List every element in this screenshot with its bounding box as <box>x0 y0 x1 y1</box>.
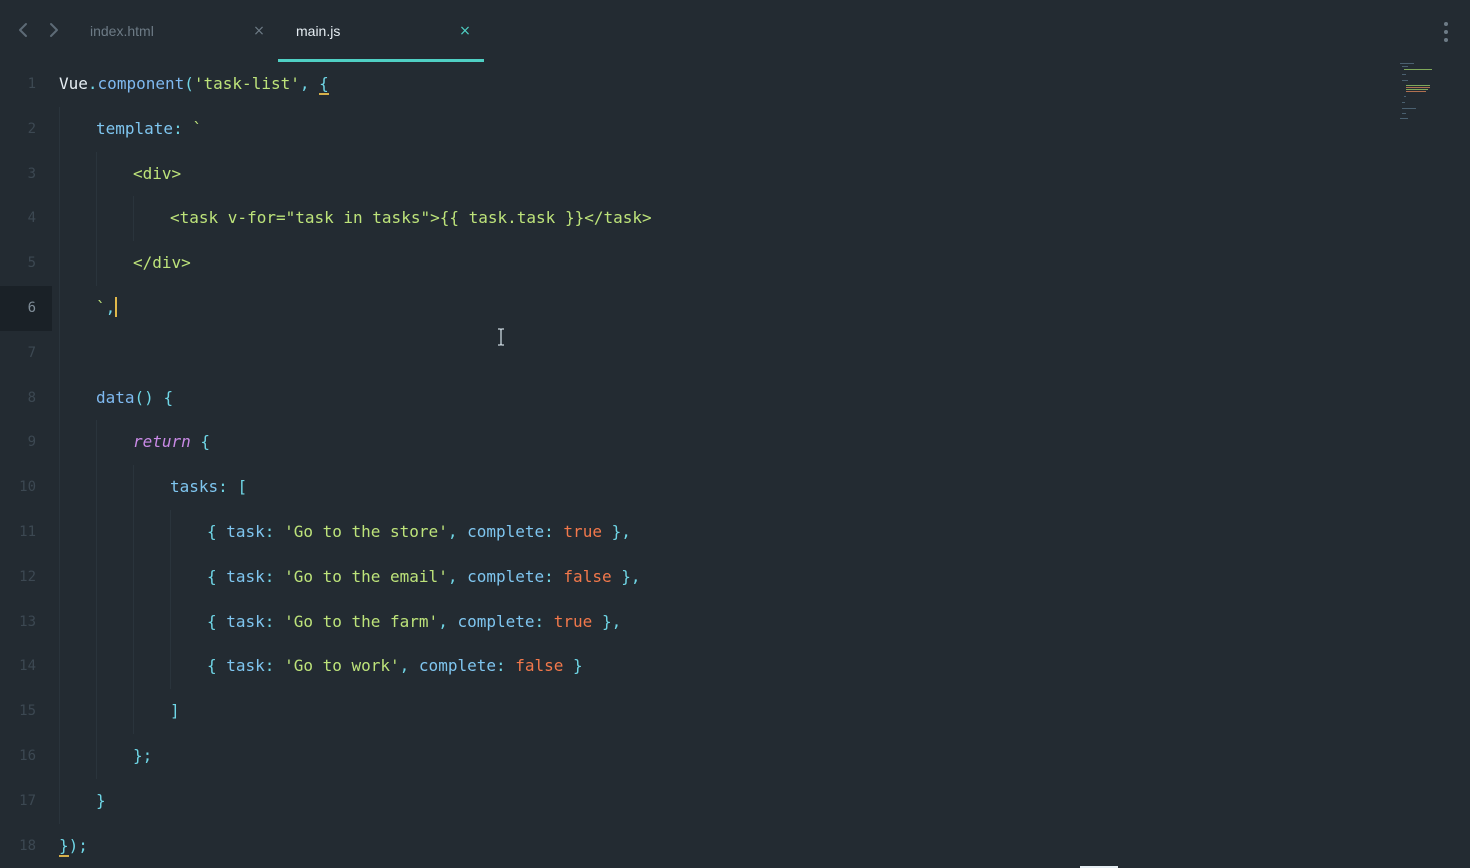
code-text[interactable]: ] <box>170 700 180 722</box>
code-line[interactable]: 18 }); <box>0 824 1390 868</box>
code-text[interactable]: <task v-for="task in tasks">{{ task.task… <box>170 207 652 229</box>
line-number: 5 <box>27 255 36 272</box>
code-line[interactable]: 17 } <box>0 778 1390 824</box>
code-line[interactable]: 13 { task: 'Go to the farm', complete: t… <box>0 599 1390 645</box>
chevron-left-icon[interactable] <box>13 20 33 42</box>
code-text[interactable]: Vue.component('task-list', { <box>59 73 329 95</box>
code-editor-window: index.html × main.js × 1 Vue.component('… <box>0 0 1470 868</box>
gutter: 11 <box>0 510 52 555</box>
tab-main-js[interactable]: main.js × <box>278 0 484 62</box>
line-number: 4 <box>27 210 36 227</box>
tab-bar: index.html × main.js × <box>0 0 1470 62</box>
tab-index-html[interactable]: index.html × <box>80 0 275 62</box>
code-line[interactable]: 4 <task v-for="task in tasks">{{ task.ta… <box>0 196 1390 242</box>
minimap[interactable] <box>1398 62 1438 124</box>
gutter: 9 <box>0 420 52 465</box>
code-text[interactable]: <div> <box>133 163 181 185</box>
code-text[interactable]: `, <box>96 297 118 319</box>
line-number: 15 <box>19 703 36 720</box>
code-line-current[interactable]: 6 `, <box>0 286 1390 331</box>
code-line[interactable]: 10 tasks: [ <box>0 465 1390 510</box>
chevron-right-icon[interactable] <box>44 20 64 42</box>
line-number: 9 <box>27 434 36 451</box>
kebab-menu-icon[interactable] <box>1438 20 1454 44</box>
code-text[interactable]: return { <box>133 431 210 453</box>
code-line[interactable]: 14 { task: 'Go to work', complete: false… <box>0 644 1390 690</box>
line-number: 17 <box>19 792 36 809</box>
gutter: 18 <box>0 824 52 868</box>
line-number: 14 <box>19 658 36 675</box>
code-line[interactable]: 2 template: ` <box>0 106 1390 152</box>
code-line[interactable]: 11 { task: 'Go to the store', complete: … <box>0 510 1390 555</box>
gutter: 8 <box>0 376 52 421</box>
code-line[interactable]: 5 </div> <box>0 241 1390 286</box>
tab-label: index.html <box>90 23 154 39</box>
code-text[interactable]: }; <box>133 745 152 767</box>
code-text[interactable]: { task: 'Go to the farm', complete: true… <box>207 611 621 633</box>
gutter: 2 <box>0 107 52 152</box>
gutter: 6 <box>0 286 52 331</box>
code-text[interactable]: } <box>96 790 106 812</box>
indent-guide <box>59 106 60 152</box>
code-text[interactable]: tasks: [ <box>170 476 247 498</box>
line-number: 3 <box>27 165 36 182</box>
editor-pane[interactable]: 1 Vue.component('task-list', { 2 templat… <box>0 62 1470 868</box>
line-number: 6 <box>27 300 36 316</box>
gutter: 5 <box>0 241 52 286</box>
line-number: 18 <box>19 837 36 854</box>
code-line[interactable]: 9 return { <box>0 420 1390 466</box>
line-number: 12 <box>19 568 36 585</box>
code-line[interactable]: 16 }; <box>0 734 1390 779</box>
line-number: 13 <box>19 613 36 630</box>
gutter: 4 <box>0 196 52 241</box>
line-number: 7 <box>27 344 36 361</box>
gutter: 7 <box>0 331 52 376</box>
code-line[interactable]: 8 data() { <box>0 375 1390 421</box>
code-line[interactable]: 12 { task: 'Go to the email', complete: … <box>0 554 1390 600</box>
code-line[interactable]: 1 Vue.component('task-list', { <box>0 62 1390 107</box>
gutter: 13 <box>0 600 52 645</box>
close-icon[interactable]: × <box>252 22 266 40</box>
ibeam-cursor-icon <box>496 328 506 346</box>
code-text[interactable]: { task: 'Go to the email', complete: fal… <box>207 566 641 588</box>
text-caret <box>115 297 118 317</box>
code-text[interactable]: { task: 'Go to work', complete: false } <box>207 655 583 677</box>
gutter: 15 <box>0 689 52 734</box>
code-text[interactable]: </div> <box>133 252 191 274</box>
gutter: 14 <box>0 644 52 689</box>
gutter: 12 <box>0 555 52 600</box>
line-number: 1 <box>27 76 36 92</box>
code-line[interactable]: 7 <box>0 330 1390 376</box>
close-icon[interactable]: × <box>458 22 472 40</box>
gutter: 1 <box>0 62 52 107</box>
gutter: 17 <box>0 779 52 824</box>
gutter: 16 <box>0 734 52 779</box>
tab-label: main.js <box>296 23 341 39</box>
line-number: 8 <box>27 389 36 406</box>
gutter: 3 <box>0 152 52 197</box>
line-number: 2 <box>27 120 36 137</box>
line-number: 10 <box>19 479 36 496</box>
code-line[interactable]: 3 <div> <box>0 151 1390 197</box>
line-number: 11 <box>19 524 36 540</box>
gutter: 10 <box>0 465 52 510</box>
code-text[interactable]: template: ` <box>96 118 202 140</box>
code-text[interactable]: { task: 'Go to the store', complete: tru… <box>207 521 631 543</box>
code-text[interactable]: data() { <box>96 387 173 409</box>
line-number: 16 <box>19 748 36 764</box>
code-text[interactable]: }); <box>59 835 88 857</box>
code-line[interactable]: 15 ] <box>0 689 1390 734</box>
